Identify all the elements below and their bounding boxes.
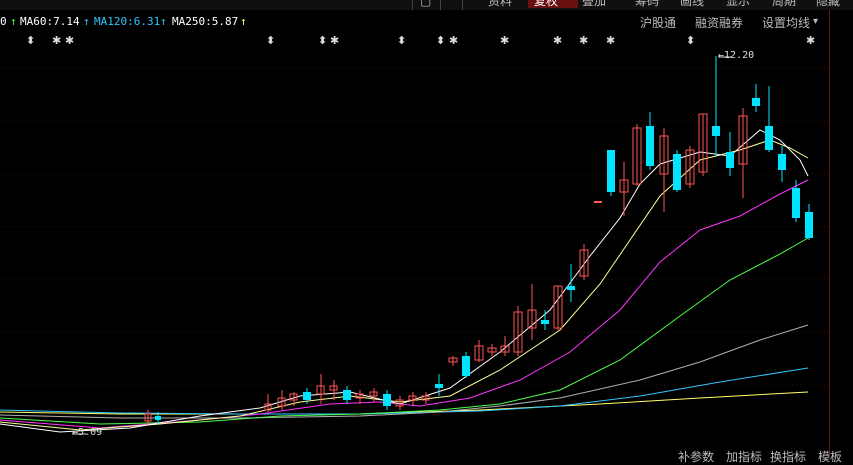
tab-switch-indicator[interactable]: 换指标	[770, 448, 806, 465]
low-price-value: 5.09	[78, 427, 103, 438]
candle	[567, 264, 575, 302]
candles	[144, 56, 813, 424]
candle	[500, 336, 510, 356]
candle	[421, 392, 430, 404]
kline-chart[interactable]	[0, 0, 853, 458]
candle	[144, 410, 152, 424]
candle	[659, 128, 669, 212]
ma5-line	[0, 129, 809, 433]
candle	[383, 390, 391, 410]
candle	[448, 356, 458, 366]
candle	[673, 150, 681, 192]
candle	[607, 150, 615, 196]
candle	[632, 124, 642, 186]
candle	[792, 180, 800, 222]
candle	[462, 352, 470, 378]
candle	[541, 310, 549, 330]
ma20-line	[0, 179, 809, 429]
candle	[619, 162, 629, 216]
tab-template[interactable]: 模板	[818, 448, 842, 465]
candle	[513, 306, 523, 356]
candle	[765, 86, 773, 152]
candle	[726, 132, 734, 176]
candle	[805, 204, 813, 240]
candle	[594, 201, 602, 203]
ma30-line	[0, 237, 809, 425]
candle	[698, 113, 708, 176]
high-price-label: ←12.20	[718, 50, 755, 61]
candle	[778, 146, 786, 182]
tab-add-indicator[interactable]: 加指标	[726, 448, 762, 465]
ma-lines	[0, 129, 809, 433]
candle	[329, 380, 338, 400]
candle	[474, 340, 484, 362]
candle	[527, 284, 537, 340]
ma120-line	[0, 367, 809, 415]
candle	[579, 244, 589, 280]
price-markers	[72, 56, 732, 435]
candle	[553, 285, 563, 330]
candle	[752, 84, 760, 112]
panel-divider	[829, 10, 830, 458]
tab-add-params[interactable]: 补参数	[678, 448, 714, 465]
candle	[487, 344, 497, 356]
candle	[369, 388, 378, 402]
candle	[712, 56, 720, 156]
low-price-label: ←5.09	[72, 427, 103, 438]
grid-lines	[0, 67, 829, 386]
candle	[343, 386, 351, 404]
high-price-value: 12.20	[724, 50, 755, 61]
